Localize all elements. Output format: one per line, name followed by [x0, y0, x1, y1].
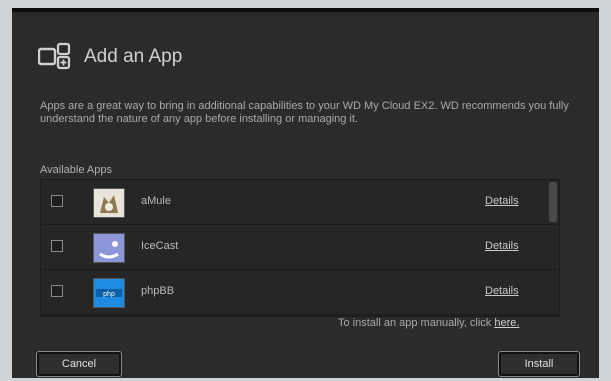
manual-install-link[interactable]: here. [494, 317, 519, 329]
app-checkbox-phpbb[interactable] [51, 285, 63, 297]
app-name: IceCast [141, 240, 179, 252]
list-item: IceCast Details [41, 225, 559, 270]
list-item: aMule Details [41, 180, 559, 225]
install-button[interactable]: Install [498, 351, 580, 377]
app-checkbox-icecast[interactable] [51, 240, 63, 252]
manual-install-text: To install an app manually, click here. [338, 317, 519, 329]
app-checkbox-amule[interactable] [51, 195, 63, 207]
apps-icon [38, 42, 71, 70]
phpbb-app-icon: php [93, 278, 125, 308]
list-scrollbar[interactable] [549, 182, 557, 222]
dialog-header: Add an App [38, 42, 182, 72]
app-name: aMule [141, 195, 171, 207]
details-link[interactable]: Details [485, 285, 519, 297]
add-app-dialog: Add an App Apps are a great way to bring… [12, 8, 599, 378]
details-link[interactable]: Details [485, 195, 519, 207]
icecast-app-icon [93, 233, 125, 263]
details-link[interactable]: Details [485, 240, 519, 252]
list-item: php phpBB Details [41, 270, 559, 315]
cancel-button[interactable]: Cancel [36, 351, 122, 377]
apps-list[interactable]: aMule Details IceCast Details php phpBB … [40, 179, 560, 317]
dialog-title: Add an App [84, 46, 183, 67]
dialog-description: Apps are a great way to bring in additio… [40, 100, 569, 125]
svg-text:php: php [103, 291, 115, 298]
available-apps-label: Available Apps [40, 164, 112, 176]
amule-app-icon [93, 188, 125, 218]
app-name: phpBB [141, 285, 175, 297]
manual-install-label: To install an app manually, click [338, 317, 492, 329]
